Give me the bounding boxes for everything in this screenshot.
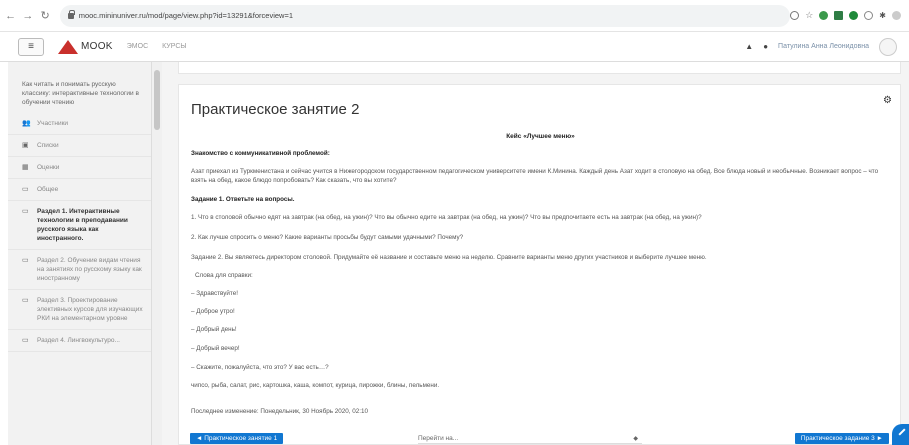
sidebar-item-label: Списки [37, 142, 59, 149]
browser-extensions: ☆ ✱ [790, 11, 909, 20]
profile-icon[interactable] [892, 11, 901, 20]
caret-down-icon: ◆ [633, 436, 638, 442]
extension-icon[interactable] [819, 11, 829, 20]
intro-paragraph: Азат приехал из Туркменистана и сейчас у… [191, 168, 879, 184]
folder-icon: ▭ [22, 297, 29, 304]
sidebar-item-label: Общее [37, 186, 59, 193]
sidebar-item-label: Раздел 4. Лингвокультуро... [37, 337, 120, 344]
header-card [178, 62, 901, 74]
user-name[interactable]: Патулина Анна Леонидовна [778, 43, 869, 50]
sidebar-course-title[interactable]: Как читать и понимать русскую классику: … [8, 62, 151, 113]
nav-link-courses[interactable]: КУРСЫ [162, 43, 186, 50]
zoom-icon[interactable] [790, 11, 800, 20]
sidebar-item[interactable]: ▣ Списки [8, 135, 151, 157]
question-1: 1. Что в столовой обычно едят на завтрак… [191, 214, 702, 221]
extension-icon[interactable] [849, 11, 859, 20]
task-2-text: Задание 2. Вы являетесь директором столо… [191, 254, 707, 261]
site-navbar: ≡ MOOK ЭМОС КУРСЫ ▲ ● Патулина Анна Леон… [0, 32, 909, 62]
logo-icon[interactable] [58, 39, 78, 54]
sidebar-item[interactable]: ▭ Раздел 2. Обучение видам чтения на заня… [8, 250, 151, 290]
sidebar-item[interactable]: 👥 Участники [8, 113, 151, 135]
folder-icon: ▭ [22, 257, 29, 264]
folder-icon: ▭ [22, 208, 29, 215]
course-sidebar: Как читать и понимать русскую классику: … [8, 62, 152, 445]
sidebar-item[interactable]: ▭ Раздел 3. Проектирование элективных кур… [8, 290, 151, 330]
next-activity-button[interactable]: Практическое задание 3 ► [794, 433, 889, 444]
jump-to-select[interactable]: Перейти на... ◆ [418, 434, 642, 444]
food-list: чипсо, рыба, салат, рис, картошка, каша,… [191, 382, 440, 389]
phrase-item: – Здравствуйте! [191, 290, 238, 297]
forward-icon[interactable]: → [21, 10, 34, 22]
site-logo-text[interactable]: MOOK [81, 41, 113, 52]
star-icon[interactable]: ☆ [805, 11, 813, 20]
bell-icon[interactable]: ▲ [745, 42, 753, 51]
extensions-puzzle-icon[interactable]: ✱ [879, 11, 886, 20]
jump-to-label: Перейти на... [418, 435, 459, 442]
users-icon: 👥 [22, 120, 31, 127]
section-heading: Знакомство с коммуникативной проблемой: [191, 150, 330, 157]
url-text: mooc.mininuniver.ru/mod/page/view.php?id… [78, 11, 294, 20]
page-title: Практическое занятие 2 [191, 101, 360, 118]
scrollbar-thumb[interactable] [154, 70, 160, 130]
extension-icon[interactable] [834, 11, 844, 20]
lock-icon [67, 9, 75, 19]
phrase-item: – Добрый день! [191, 326, 237, 333]
sidebar-item[interactable]: ▭ Общее [8, 179, 151, 201]
sidebar-scrollbar[interactable] [152, 62, 162, 445]
last-modified: Последнее изменение: Понедельник, 30 Ноя… [191, 408, 368, 415]
phrase-item: – Скажите, пожалуйста, что это? У вас ес… [191, 364, 329, 371]
folder-icon: ▭ [22, 337, 29, 344]
task-1-heading: Задание 1. Ответьте на вопросы. [191, 196, 295, 203]
menu-toggle-button[interactable]: ≡ [18, 37, 44, 56]
browser-toolbar: ← → ↻ mooc.mininuniver.ru/mod/page/view.… [0, 0, 909, 32]
page-content-card: ⚙ Практическое занятие 2 Кейс «Лучшее ме… [178, 84, 901, 445]
activity-navigation: ◄ Практическое занятие 1 Перейти на... ◆… [178, 430, 901, 445]
folder-icon: ▭ [22, 186, 29, 193]
user-menu-area: ▲ ● Патулина Анна Леонидовна [745, 37, 909, 56]
phrase-item: – Добрый вечер! [191, 345, 240, 352]
sidebar-item[interactable]: ▦ Оценки [8, 157, 151, 179]
gear-icon[interactable]: ⚙ [883, 95, 892, 106]
avatar[interactable] [879, 37, 897, 56]
reload-icon[interactable]: ↻ [38, 9, 51, 22]
edit-icon[interactable] [892, 424, 909, 445]
back-icon[interactable]: ← [4, 10, 17, 22]
nav-link-emos[interactable]: ЭМОС [127, 43, 148, 50]
badge-icon: ▣ [22, 142, 29, 149]
reference-words-label: Слова для справки: [195, 272, 253, 279]
grades-icon: ▦ [22, 164, 29, 171]
sidebar-item-label: Оценки [37, 164, 60, 171]
sidebar-item-label: Участники [37, 120, 69, 127]
prev-activity-button[interactable]: ◄ Практическое занятие 1 [190, 433, 284, 444]
sidebar-item-label: Раздел 2. Обучение видам чтения на занят… [37, 257, 142, 282]
sidebar-item-label: Раздел 1. Интерактивные технологии в пре… [37, 208, 128, 242]
chat-icon[interactable]: ● [763, 42, 768, 51]
extension-icon[interactable] [864, 11, 874, 20]
sidebar-item[interactable]: ▭ Раздел 1. Интерактивные технологии в пр… [8, 201, 151, 250]
phrase-item: – Доброе утро! [191, 308, 235, 315]
sidebar-item[interactable]: ▭ Раздел 4. Лингвокультуро... [8, 330, 151, 352]
sidebar-item-label: Раздел 3. Проектирование элективных курс… [37, 297, 143, 322]
sidebar-list: 👥 Участники ▣ Списки ▦ Оценки ▭ Общее ▭ Раздел 1.… [8, 113, 151, 352]
case-title: Кейс «Лучшее меню» [506, 133, 575, 140]
question-2: 2. Как лучше спросить о меню? Какие вари… [191, 234, 464, 241]
address-bar[interactable]: mooc.mininuniver.ru/mod/page/view.php?id… [59, 4, 791, 27]
